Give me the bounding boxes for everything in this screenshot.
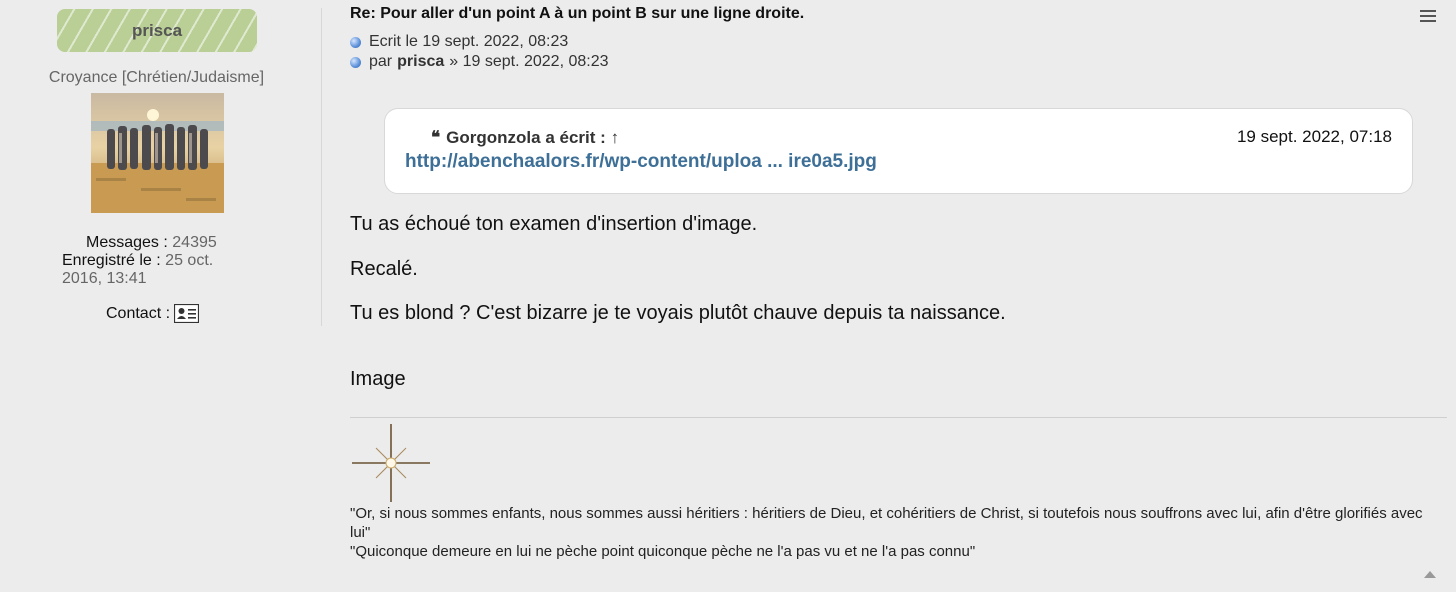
contact-card-icon[interactable] — [174, 304, 200, 323]
scroll-top-icon[interactable] — [1424, 571, 1436, 578]
post-paragraph: Tu es blond ? C'est bizarre je te voyais… — [350, 302, 1006, 324]
username-badge[interactable]: prisca — [57, 9, 257, 52]
quote-jump-arrow-icon[interactable]: ↑ — [611, 128, 620, 147]
quote-mark-icon: ❝ — [431, 128, 441, 148]
bullet-icon — [350, 36, 361, 48]
post-paragraph: Tu as échoué ton examen d'insertion d'im… — [350, 213, 758, 235]
signature-divider — [350, 417, 1447, 418]
signature: "Or, si nous sommes enfants, nous sommes… — [350, 504, 1445, 561]
user-stats: Messages : 24395 Enregistré le : 25 oct.… — [62, 234, 262, 288]
signature-line: "Quiconque demeure en lui ne pèche point… — [350, 543, 976, 560]
post-title[interactable]: Re: Pour aller d'un point A à un point B… — [350, 5, 804, 23]
post-written-text: Ecrit le 19 sept. 2022, 08:23 — [369, 33, 569, 50]
user-avatar[interactable] — [91, 93, 224, 213]
quote-date: 19 sept. 2022, 07:18 — [1236, 127, 1392, 146]
contact-label: Contact : — [106, 304, 171, 322]
post-menu-icon[interactable] — [1420, 10, 1436, 24]
quote-wrote: a écrit : — [545, 128, 606, 147]
registered-label: Enregistré le : — [62, 252, 161, 269]
messages-count: 24395 — [172, 234, 217, 251]
column-divider — [321, 8, 322, 326]
username-label: prisca — [131, 20, 183, 40]
registered-date-1: 25 oct. — [165, 252, 214, 269]
messages-label: Messages : — [86, 234, 168, 251]
quote-link[interactable]: http://abenchaalors.fr/wp-content/uploa … — [405, 151, 877, 173]
by-prefix: par — [369, 53, 393, 70]
signature-line: "Or, si nous sommes enfants, nous sommes… — [350, 505, 1423, 541]
author-profile: prisca Croyance [Chrétien/Judaisme] Mess… — [0, 0, 320, 330]
post-author-line: par prisca » 19 sept. 2022, 08:23 — [350, 53, 609, 71]
quote-author[interactable]: Gorgonzola — [446, 128, 540, 147]
star-icon — [352, 424, 430, 502]
image-placeholder[interactable]: Image — [350, 368, 406, 391]
post-written-line: Ecrit le 19 sept. 2022, 08:23 — [350, 33, 568, 51]
quote-block: ❝ Gorgonzola a écrit : ↑ 19 sept. 2022, 0… — [384, 108, 1413, 194]
bullet-icon — [350, 56, 361, 68]
user-rank: Croyance [Chrétien/Judaisme] — [48, 69, 265, 86]
post-paragraph: Recalé. — [350, 258, 418, 280]
quote-header: ❝ Gorgonzola a écrit : ↑ — [431, 128, 619, 148]
post-date: » 19 sept. 2022, 08:23 — [449, 53, 609, 70]
post-author-link[interactable]: prisca — [397, 53, 444, 71]
registered-date-2: 2016, 13:41 — [62, 270, 147, 287]
contact-row: Contact : — [106, 304, 200, 323]
